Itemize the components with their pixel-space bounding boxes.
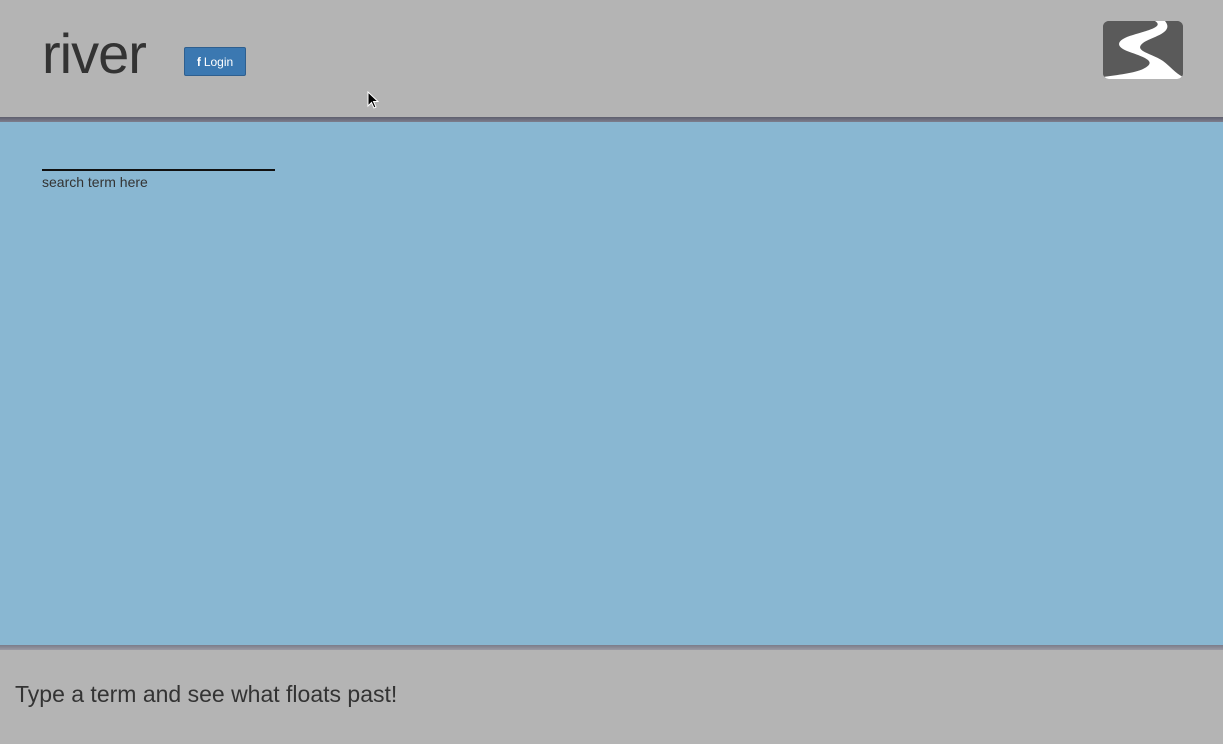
search-hint-label: search term here <box>42 174 148 190</box>
river-area <box>0 122 1223 645</box>
search-input[interactable] <box>42 152 275 171</box>
facebook-login-button[interactable]: f Login <box>184 47 246 76</box>
login-label: Login <box>203 54 234 69</box>
app-title: river <box>42 22 147 85</box>
header: river f Login <box>0 0 1223 117</box>
footer-tagline: Type a term and see what floats past! <box>15 681 398 707</box>
facebook-icon: f <box>196 54 201 69</box>
river-logo-icon <box>1103 21 1183 79</box>
